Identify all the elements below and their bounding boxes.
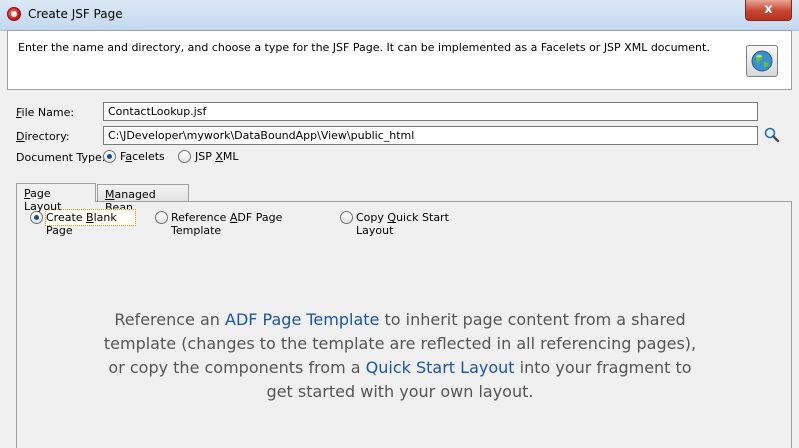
create-blank-page-label: Create Blank Page — [46, 211, 117, 237]
close-button[interactable]: x — [745, 0, 792, 21]
file-name-input[interactable]: ContactLookup.jsf — [103, 102, 758, 121]
facelets-label: Facelets — [120, 150, 165, 163]
header-description: Enter the name and directory, and choose… — [18, 41, 710, 54]
jsp-xml-radio[interactable] — [178, 150, 191, 163]
title-bar: Create JSF Page x — [0, 0, 799, 31]
facelets-option[interactable]: Facelets — [103, 149, 173, 165]
magnifier-icon[interactable] — [763, 126, 781, 144]
globe-help-icon[interactable] — [746, 45, 778, 77]
tab-managed-bean[interactable]: Managed Bean — [97, 184, 189, 214]
reference-adf-template-radio[interactable] — [155, 211, 168, 224]
layout-description: Reference an ADF Page Template to inheri… — [103, 310, 697, 401]
jsp-xml-label: JSP XML — [195, 150, 239, 163]
jsp-xml-option[interactable]: JSP XML — [178, 149, 248, 165]
close-icon: x — [764, 2, 773, 17]
copy-quick-start-label: Copy Quick Start Layout — [356, 211, 449, 237]
directory-input[interactable]: C:\JDeveloper\mywork\DataBoundApp\View\p… — [103, 126, 758, 145]
copy-quick-start-radio[interactable] — [340, 211, 353, 224]
reference-adf-template-label: Reference ADF Page Template — [171, 211, 283, 237]
facelets-radio[interactable] — [103, 150, 116, 163]
directory-label: Directory: — [16, 130, 70, 143]
adf-page-template-link[interactable]: ADF Page Template — [225, 310, 379, 329]
quick-start-layout-link[interactable]: Quick Start Layout — [366, 358, 515, 377]
copy-quick-start-option[interactable]: Copy Quick Start Layout — [340, 210, 480, 237]
tab-page-layout[interactable]: Page Layout — [16, 183, 96, 213]
document-type-label: Document Type: — [16, 151, 106, 164]
header-panel: Enter the name and directory, and choose… — [7, 30, 792, 90]
file-name-label: File Name: — [16, 106, 75, 119]
window-title: Create JSF Page — [28, 7, 123, 21]
app-icon — [7, 7, 21, 21]
reference-adf-template-option[interactable]: Reference ADF Page Template — [155, 210, 325, 237]
